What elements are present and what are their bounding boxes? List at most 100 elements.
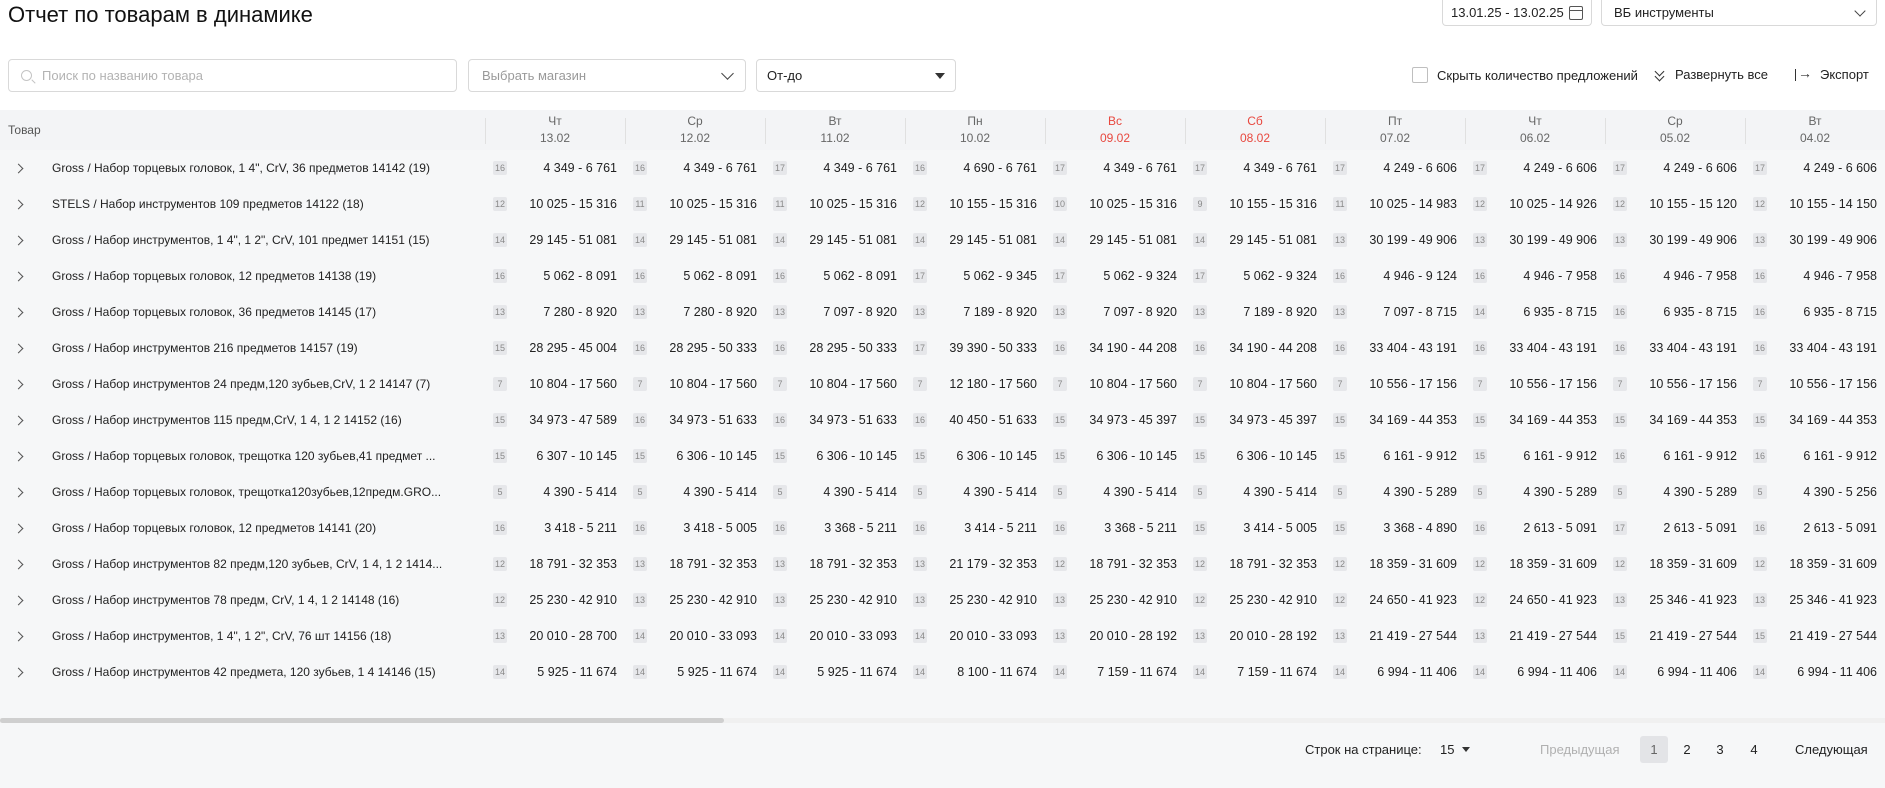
column-divider [1185, 118, 1186, 144]
offers-count-badge: 5 [493, 485, 507, 499]
price-range: 25 346 - 41 923 [1789, 593, 1877, 607]
price-cell: 11 10 025 - 14 983 [1325, 195, 1465, 213]
price-range: 29 145 - 51 081 [669, 233, 757, 247]
report-page: Отчет по товарам в динамике 13.01.25 - 1… [0, 0, 1885, 788]
expand-all-button[interactable]: Развернуть все [1654, 66, 1768, 82]
price-cell: 16 34 973 - 51 633 [625, 411, 765, 429]
offers-count-badge: 5 [1193, 485, 1207, 499]
chevron-right-icon[interactable] [13, 235, 24, 246]
price-cell: 13 21 419 - 27 544 [1325, 627, 1465, 645]
table-row[interactable]: Gross / Набор инструментов, 1 4", 1 2", … [0, 618, 1885, 654]
price-cell: 13 18 791 - 32 353 [625, 555, 765, 573]
price-cell: 12 18 359 - 31 609 [1465, 555, 1605, 573]
table-row[interactable]: Gross / Набор инструментов 42 предмета, … [0, 654, 1885, 690]
store-select[interactable]: Выбрать магазин [468, 59, 746, 92]
table-row[interactable]: STELS / Набор инструментов 109 предметов… [0, 186, 1885, 222]
chevron-right-icon[interactable] [13, 595, 24, 606]
chevron-right-icon[interactable] [13, 307, 24, 318]
price-cell: 5 4 390 - 5 289 [1325, 483, 1465, 501]
chevron-right-icon[interactable] [13, 631, 24, 642]
price-range: 20 010 - 28 192 [1089, 629, 1177, 643]
price-range: 25 230 - 42 910 [949, 593, 1037, 607]
page-button[interactable]: 2 [1673, 736, 1701, 763]
chevron-right-icon[interactable] [13, 199, 24, 210]
offers-count-badge: 12 [1753, 557, 1768, 571]
table-row[interactable]: Gross / Набор торцевых головок, трещотка… [0, 474, 1885, 510]
search-input[interactable]: Поиск по названию товара [8, 59, 457, 92]
price-range: 4 349 - 6 761 [683, 161, 757, 175]
column-header-day: Пн 10.02 [905, 113, 1045, 147]
table-row[interactable]: Gross / Набор инструментов 24 предм,120 … [0, 366, 1885, 402]
table-row[interactable]: Gross / Набор торцевых головок, трещотка… [0, 438, 1885, 474]
offers-count-badge: 14 [633, 629, 648, 643]
chevron-right-icon[interactable] [13, 451, 24, 462]
price-cell: 13 7 097 - 8 920 [765, 303, 905, 321]
offers-count-badge: 14 [1473, 305, 1488, 319]
price-cell: 16 4 349 - 6 761 [485, 159, 625, 177]
table-row[interactable]: Gross / Набор торцевых головок, 12 предм… [0, 510, 1885, 546]
table-row[interactable]: Gross / Набор торцевых головок, 36 предм… [0, 294, 1885, 330]
offers-count-badge: 16 [1753, 449, 1768, 463]
page-button[interactable]: 1 [1640, 736, 1668, 763]
offers-count-badge: 13 [1333, 233, 1348, 247]
page-button[interactable]: 4 [1740, 736, 1768, 763]
hide-offers-toggle[interactable]: Скрыть количество предложений [1412, 67, 1638, 83]
rows-per-page-select[interactable]: 15 [1440, 742, 1471, 757]
hide-offers-checkbox[interactable] [1412, 67, 1428, 83]
chevron-right-icon[interactable] [13, 523, 24, 534]
table-row[interactable]: Gross / Набор инструментов 82 предм,120 … [0, 546, 1885, 582]
date-range-picker[interactable]: 13.01.25 - 13.02.25 [1442, 0, 1592, 26]
price-cell: 10 10 025 - 15 316 [1045, 195, 1185, 213]
offers-count-badge: 5 [633, 485, 647, 499]
next-page-button[interactable]: Следующая [1795, 742, 1868, 757]
chevron-down-icon [721, 67, 734, 80]
price-range: 4 349 - 6 761 [543, 161, 617, 175]
price-range: 7 097 - 8 920 [1103, 305, 1177, 319]
offers-count-badge: 13 [1753, 233, 1768, 247]
shop-select[interactable]: ВБ инструменты [1601, 0, 1877, 26]
table-row[interactable]: Gross / Набор инструментов 216 предметов… [0, 330, 1885, 366]
export-button[interactable]: Экспорт [1795, 65, 1869, 82]
offers-count-badge: 15 [493, 413, 508, 427]
date-label: 13.02 [539, 131, 571, 145]
chevron-right-icon[interactable] [13, 559, 24, 570]
chevron-right-icon[interactable] [13, 667, 24, 678]
page-button[interactable]: 3 [1706, 736, 1734, 763]
price-cell: 16 3 414 - 5 211 [905, 519, 1045, 537]
chevron-right-icon[interactable] [13, 271, 24, 282]
price-range: 6 935 - 8 715 [1803, 305, 1877, 319]
offers-count-badge: 13 [1193, 629, 1208, 643]
price-range: 6 994 - 11 406 [1797, 665, 1877, 679]
price-cell: 7 10 804 - 17 560 [765, 375, 905, 393]
price-cell: 16 5 062 - 8 091 [625, 267, 765, 285]
price-range: 6 306 - 10 145 [1096, 449, 1177, 463]
table-row[interactable]: Gross / Набор торцевых головок, 12 предм… [0, 258, 1885, 294]
price-cell: 16 33 404 - 43 191 [1745, 339, 1885, 357]
day-of-week-label: Пн [967, 114, 983, 128]
offers-count-badge: 15 [493, 449, 508, 463]
table-row[interactable]: Gross / Набор инструментов 115 предм,CrV… [0, 402, 1885, 438]
table-row[interactable]: Gross / Набор торцевых головок, 1 4", Cr… [0, 150, 1885, 186]
previous-page-button[interactable]: Предыдущая [1540, 742, 1620, 757]
price-range: 5 062 - 9 324 [1103, 269, 1177, 283]
price-range: 4 390 - 5 289 [1663, 485, 1737, 499]
table-row[interactable]: Gross / Набор инструментов, 1 4", 1 2", … [0, 222, 1885, 258]
sort-select[interactable]: От-до [756, 59, 956, 92]
column-header-day: Ср 05.02 [1605, 113, 1745, 147]
horizontal-scrollbar-thumb[interactable] [0, 718, 724, 723]
table-row[interactable]: Gross / Набор инструментов 78 предм, CrV… [0, 582, 1885, 618]
chevron-right-icon[interactable] [13, 163, 24, 174]
chevron-right-icon[interactable] [13, 343, 24, 354]
price-range: 6 935 - 8 715 [1663, 305, 1737, 319]
chevron-right-icon[interactable] [13, 415, 24, 426]
price-cell: 13 25 230 - 42 910 [905, 591, 1045, 609]
price-cell: 16 5 062 - 8 091 [485, 267, 625, 285]
hide-offers-label: Скрыть количество предложений [1437, 67, 1638, 83]
offers-count-badge: 13 [633, 593, 648, 607]
price-range: 30 199 - 49 906 [1509, 233, 1597, 247]
price-cell: 14 29 145 - 51 081 [625, 231, 765, 249]
product-name: Gross / Набор инструментов 42 предмета, … [52, 665, 436, 679]
offers-count-badge: 13 [633, 557, 648, 571]
chevron-right-icon[interactable] [13, 487, 24, 498]
chevron-right-icon[interactable] [13, 379, 24, 390]
